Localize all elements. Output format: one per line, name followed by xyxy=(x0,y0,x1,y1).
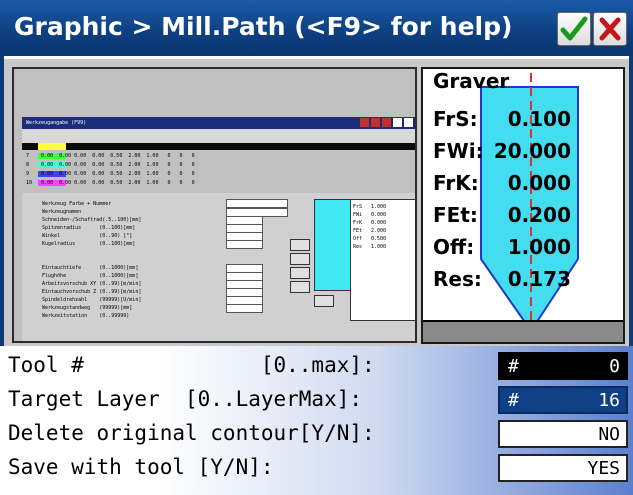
mini-value: 0.000 xyxy=(371,220,387,226)
preview-row: 10 0.00 0.00 0.00 0.00 0.50 2.00 1.00 0 … xyxy=(26,180,195,186)
preview-toolbar xyxy=(22,129,415,143)
preview-field-label: Schneiden-/Schaftrad(.5..100)[mm] xyxy=(42,217,142,223)
ok-button[interactable] xyxy=(557,12,591,46)
delete-original-label: Delete original contour[Y/N]: xyxy=(8,421,375,445)
target-layer-input[interactable]: # 16 xyxy=(498,386,628,414)
preview-icon xyxy=(371,118,380,127)
title-bar: Graphic > Mill.Path (<F9> for help) xyxy=(0,0,633,56)
close-icon xyxy=(599,17,621,41)
preview-row: 7 0.00 0.00 0.00 0.00 0.50 2.00 1.00 0 0… xyxy=(26,153,195,159)
preview-row: 9 0.00 0.00 0.00 0.00 0.50 2.00 1.00 0 0… xyxy=(26,171,195,177)
preview-titlebar: Werkzeugangabe (F99) xyxy=(22,117,415,129)
param-value: 0.173 xyxy=(507,267,571,291)
preview-field-label: Kugelradius (0..100)[mm] xyxy=(42,241,136,247)
preview-nav-button xyxy=(290,253,310,265)
save-with-tool-value: YES xyxy=(587,458,620,479)
mini-value: 1.000 xyxy=(371,244,387,250)
mini-value: 2.000 xyxy=(371,228,387,234)
param-value: 0.100 xyxy=(507,107,571,131)
preview-field-label: Winkel (0..90) [°] xyxy=(42,233,133,239)
tool-number-label: Tool # [0..max]: xyxy=(8,353,375,377)
tool-number-input[interactable]: # 0 xyxy=(498,352,628,380)
preview-check-icon xyxy=(393,118,402,127)
tool-type-label: Graver xyxy=(433,69,510,93)
tool-number-value: 0 xyxy=(609,356,620,377)
preview-close-icon xyxy=(404,118,413,127)
checkmark-icon xyxy=(560,16,588,41)
param-value: 0.000 xyxy=(507,171,571,195)
preview-mini-panel: FrS 1.000 FWi 0.000 FrK 0.000 FEt 2.000 … xyxy=(350,199,415,321)
preview-field-label: Flughöhe (0..1000)[mm] xyxy=(42,273,139,279)
mini-label: FWi xyxy=(353,212,363,218)
preview-nav-button xyxy=(314,295,334,307)
param-value: 0.200 xyxy=(507,203,571,227)
preview-row: 8 0.00 0.00 0.00 0.00 0.50 2.00 1.00 0 0… xyxy=(26,162,195,168)
mini-value: 0.500 xyxy=(371,236,387,242)
tool-parameter-panel: Graver FrS: 0.100 FWi: 20.000 FrK: 0.000… xyxy=(421,67,625,344)
save-with-tool-input[interactable]: YES xyxy=(498,454,628,482)
param-value: 20.000 xyxy=(493,139,571,163)
cancel-button[interactable] xyxy=(593,12,627,46)
mini-value: 1.000 xyxy=(371,204,387,210)
preview-field-label: Werkzeug Farbe + Nummer xyxy=(42,201,112,207)
tool-dialog-preview: Werkzeugangabe (F99) 7 0.00 0.00 0.00 0.… xyxy=(12,67,417,343)
preview-field-label: Spindeldrehzahl (99999)[U/min] xyxy=(42,297,142,303)
preview-field-label: Eintauchvorschub Z (0..99)[m/min] xyxy=(42,289,142,295)
save-with-tool-label: Save with tool [Y/N]: xyxy=(8,455,274,479)
mill-path-window: Graphic > Mill.Path (<F9> for help) Werk… xyxy=(0,0,633,495)
preview-field-label: Arbeitsvorschub XY (0..99)[m/min] xyxy=(42,281,142,287)
delete-original-input[interactable]: NO xyxy=(498,420,628,448)
preview-field-label: Werkzeitstation (0..99999) xyxy=(42,313,130,319)
input-form: Tool # [0..max]: # 0 Target Layer [0..La… xyxy=(0,346,633,495)
target-layer-value: 16 xyxy=(598,390,620,411)
delete-original-value: NO xyxy=(598,424,620,445)
mini-label: Res xyxy=(353,244,363,250)
target-layer-label: Target Layer [0..LayerMax]: xyxy=(8,387,363,411)
preview-input xyxy=(226,304,263,313)
preview-nav-button xyxy=(290,281,310,293)
preview-field-label: Werkzeugnamen xyxy=(42,209,82,215)
panel-footer-bar xyxy=(423,320,623,342)
preview-icon xyxy=(360,118,369,127)
mini-label: FrS xyxy=(353,204,363,210)
preview-icon xyxy=(382,118,391,127)
mini-value: 0.000 xyxy=(371,212,387,218)
param-value: 1.000 xyxy=(507,235,571,259)
window-title: Graphic > Mill.Path (<F9> for help) xyxy=(14,12,513,41)
preview-input xyxy=(226,240,263,249)
preview-title: Werkzeugangabe (F99) xyxy=(26,120,87,126)
mini-label: Off xyxy=(353,236,363,242)
hash-prefix: # xyxy=(508,390,519,411)
preview-color-swatch xyxy=(38,143,66,150)
preview-selected-row xyxy=(22,143,415,150)
preview-nav-button xyxy=(290,267,310,279)
hash-prefix: # xyxy=(508,356,519,377)
preview-field-label: Werkzeugstandweg (99999)[mm] xyxy=(42,305,133,311)
preview-input xyxy=(226,199,288,208)
mini-label: FrK xyxy=(353,220,363,226)
mini-label: FEt xyxy=(353,228,363,234)
content-area: Werkzeugangabe (F99) 7 0.00 0.00 0.00 0.… xyxy=(4,56,629,349)
preview-field-label: Spitzenradius (0..100)[mm] xyxy=(42,225,136,231)
preview-field-label: Eintauchtiefe (0..1000)[mm] xyxy=(42,265,139,271)
preview-nav-button xyxy=(290,239,310,251)
